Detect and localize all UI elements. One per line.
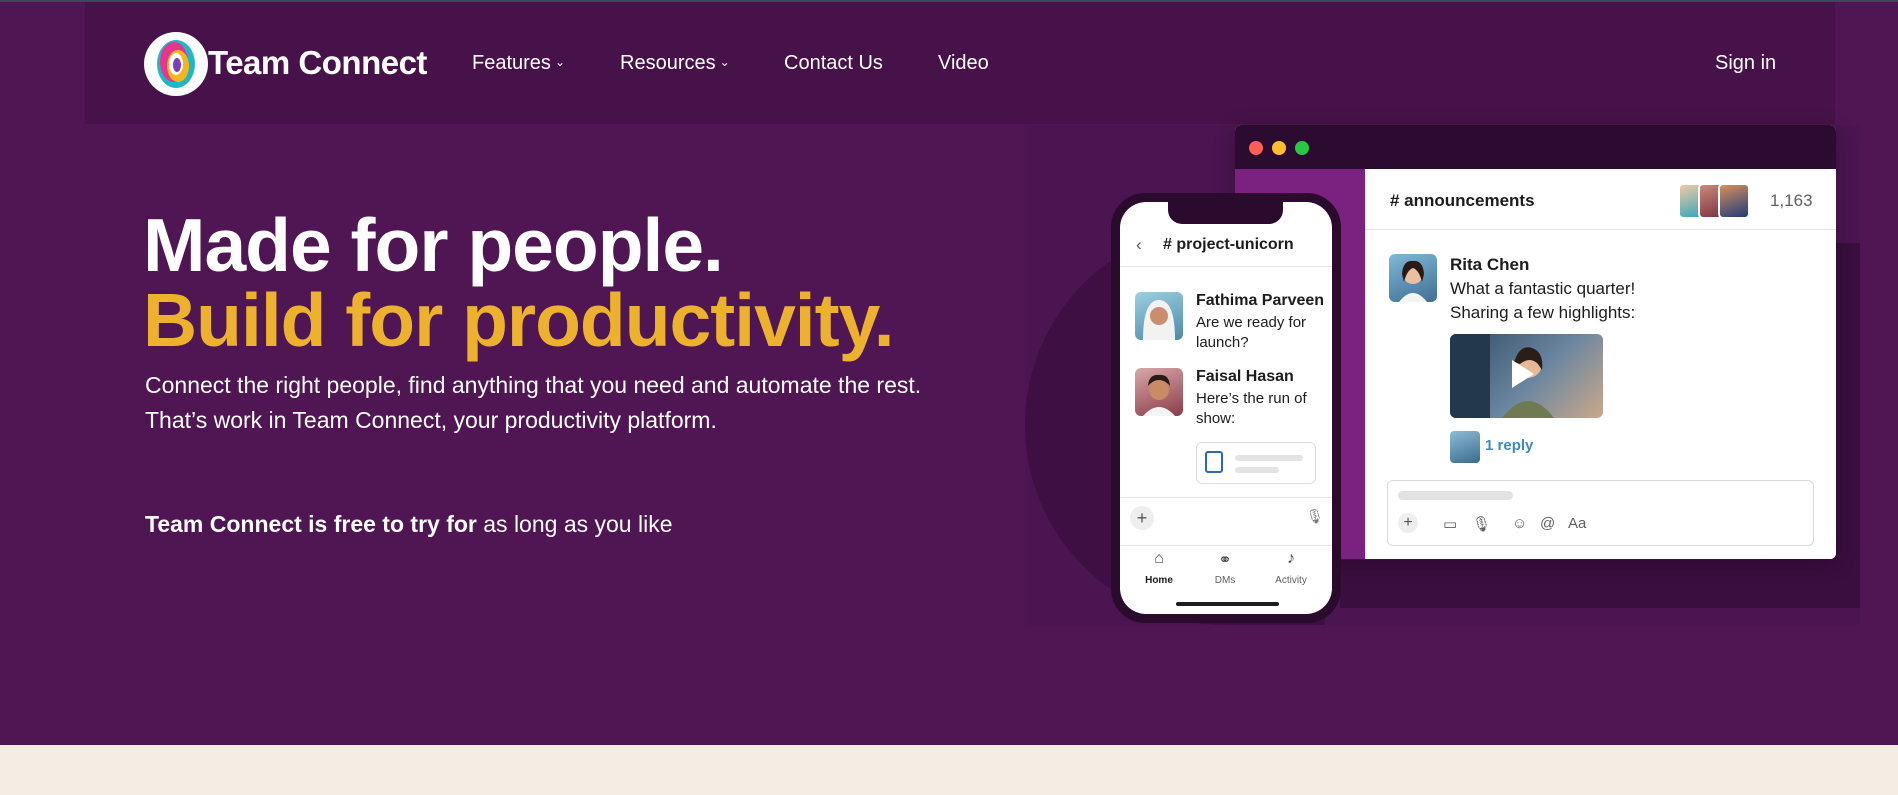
message-composer[interactable]: + ▭ 🎙 ☺ @ Aa [1387, 480, 1814, 546]
channel-view: # announcements 1,163 Rita Chen What a f… [1365, 169, 1836, 559]
video-icon[interactable]: ▭ [1443, 515, 1457, 533]
free-trial-rest: as long as you like [483, 511, 673, 537]
divider [1365, 229, 1836, 230]
nav-resources[interactable]: Resources ⌄ [620, 52, 730, 75]
document-icon [1205, 451, 1223, 473]
tab-activity[interactable]: ♪ Activity [1258, 550, 1324, 588]
thread-reply-link[interactable]: 1 reply [1485, 437, 1533, 454]
tab-dms[interactable]: ⚭ DMs [1192, 550, 1258, 588]
microphone-icon[interactable]: 🎙 [1472, 515, 1491, 533]
phone-channel-title: # project-unicorn [1163, 236, 1294, 253]
window-close-dot-icon [1249, 141, 1263, 155]
play-icon [1512, 360, 1534, 388]
plus-icon[interactable]: + [1130, 506, 1154, 530]
video-thumbnail[interactable] [1450, 334, 1603, 418]
file-placeholder-line [1235, 455, 1303, 461]
message-text: What a fantastic quarter! [1450, 279, 1636, 298]
message-text: Are we ready for launch? [1196, 314, 1307, 351]
window-minimize-dot-icon [1272, 141, 1286, 155]
file-attachment[interactable] [1196, 442, 1316, 484]
nav-resources-label: Resources [620, 52, 716, 74]
tab-activity-label: Activity [1275, 575, 1307, 586]
file-placeholder-line [1235, 467, 1279, 473]
emoji-icon[interactable]: ☺ [1512, 515, 1527, 532]
hero-headline: Made for people. [143, 203, 724, 287]
message-text: Here’s the run of show: [1196, 390, 1307, 427]
home-icon: ⌂ [1154, 550, 1164, 567]
home-indicator [1176, 602, 1279, 606]
nav-features[interactable]: Features ⌄ [472, 52, 565, 75]
avatar [1450, 431, 1480, 463]
hero-description: Connect the right people, find anything … [145, 372, 922, 433]
tab-home[interactable]: ⌂ Home [1126, 550, 1192, 588]
nav-contact-us[interactable]: Contact Us [784, 52, 883, 75]
message-author[interactable]: Faisal Hasan [1196, 368, 1294, 386]
chat-bubbles-icon: ⚭ [1218, 552, 1232, 569]
window-maximize-dot-icon [1295, 141, 1309, 155]
phone-mockup: ‹ # project-unicorn Fathima Parveen Are … [1111, 193, 1341, 623]
message-author[interactable]: Rita Chen [1450, 255, 1529, 275]
hero-headline-accent: Build for productivity. [143, 278, 895, 362]
avatar[interactable] [1135, 368, 1183, 416]
plus-icon[interactable]: + [1398, 513, 1418, 533]
message-author[interactable]: Fathima Parveen [1196, 292, 1324, 310]
phone-notch [1168, 202, 1283, 224]
text-format-icon[interactable]: Aa [1568, 515, 1586, 532]
member-avatar [1718, 183, 1750, 219]
divider [1120, 545, 1332, 546]
brand-logo-icon[interactable] [144, 32, 208, 96]
avatar[interactable] [1389, 254, 1437, 302]
tab-home-label: Home [1145, 575, 1173, 586]
composer-placeholder [1398, 491, 1513, 500]
channel-title: # announcements [1390, 191, 1535, 210]
free-trial-text: Team Connect is free to try for as long … [145, 511, 673, 538]
illustration-shadow-bottom [1340, 560, 1860, 608]
microphone-icon[interactable]: 🎙 [1306, 508, 1324, 525]
chevron-down-icon: ⌄ [554, 55, 565, 69]
chevron-down-icon: ⌄ [719, 55, 730, 69]
nav-video[interactable]: Video [938, 52, 989, 75]
back-arrow-icon[interactable]: ‹ [1136, 235, 1142, 255]
nav-features-label: Features [472, 52, 551, 74]
divider [1120, 266, 1332, 267]
brand-name[interactable]: Team Connect [208, 44, 427, 82]
avatar[interactable] [1135, 292, 1183, 340]
phone-screen: ‹ # project-unicorn Fathima Parveen Are … [1120, 202, 1332, 614]
tab-dms-label: DMs [1214, 575, 1236, 586]
sign-in-link[interactable]: Sign in [1715, 52, 1776, 75]
divider [1120, 497, 1332, 498]
bell-icon: ♪ [1287, 550, 1295, 567]
free-trial-bold: Team Connect is free to try for [145, 511, 477, 537]
member-count[interactable]: 1,163 [1770, 191, 1813, 211]
window-title-bar [1235, 125, 1836, 169]
mention-icon[interactable]: @ [1540, 515, 1555, 532]
message-text: Sharing a few highlights: [1450, 303, 1636, 322]
